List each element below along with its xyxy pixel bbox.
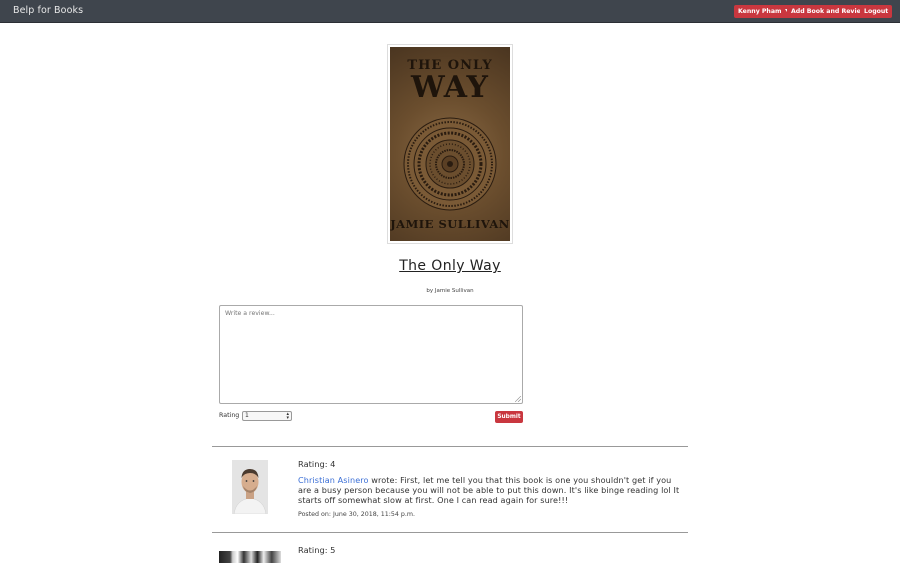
navbar: Belp for Books Kenny Pham Add Book and R… [0, 0, 900, 23]
book-cover: THE ONLY WAY JAMIE SULLIVAN [387, 44, 513, 244]
book-title-link[interactable]: The Only Way [399, 258, 501, 274]
brand-link[interactable]: Belp for Books [13, 5, 83, 16]
review-textarea[interactable] [219, 305, 523, 404]
medallion-icon [403, 117, 497, 211]
user-menu-label: Kenny Pham [738, 8, 782, 15]
rating-select[interactable]: 1 ▴ ▾ [242, 411, 292, 421]
avatar [219, 551, 281, 563]
select-arrows-icon: ▴ ▾ [286, 411, 289, 421]
cover-author: JAMIE SULLIVAN [390, 217, 510, 231]
avatar [232, 460, 268, 514]
book-byline: by Jamie Sullivan [426, 288, 474, 294]
book-title: The Only Way [0, 258, 900, 274]
rating-select-value: 1 [245, 412, 249, 419]
review-timestamp: Posted on: June 30, 2018, 11:54 p.m. [298, 511, 416, 518]
submit-button[interactable]: Submit [495, 411, 523, 423]
rating-label: Rating [219, 412, 240, 419]
review-rating: Rating: 4 [298, 459, 336, 469]
add-book-review-button[interactable]: Add Book and Review [787, 5, 871, 18]
reviewer-link[interactable]: Christian Asinero [298, 475, 369, 485]
resize-handle-icon[interactable] [515, 396, 521, 402]
review-rating: Rating: 5 [298, 545, 336, 555]
review-text: Christian Asinero wrote: First, let me t… [298, 475, 683, 505]
logout-button[interactable]: Logout [860, 5, 893, 18]
divider [212, 446, 688, 447]
cover-title: THE ONLY WAY [407, 58, 493, 105]
divider [212, 532, 688, 533]
user-menu-dropdown[interactable]: Kenny Pham [734, 5, 794, 18]
